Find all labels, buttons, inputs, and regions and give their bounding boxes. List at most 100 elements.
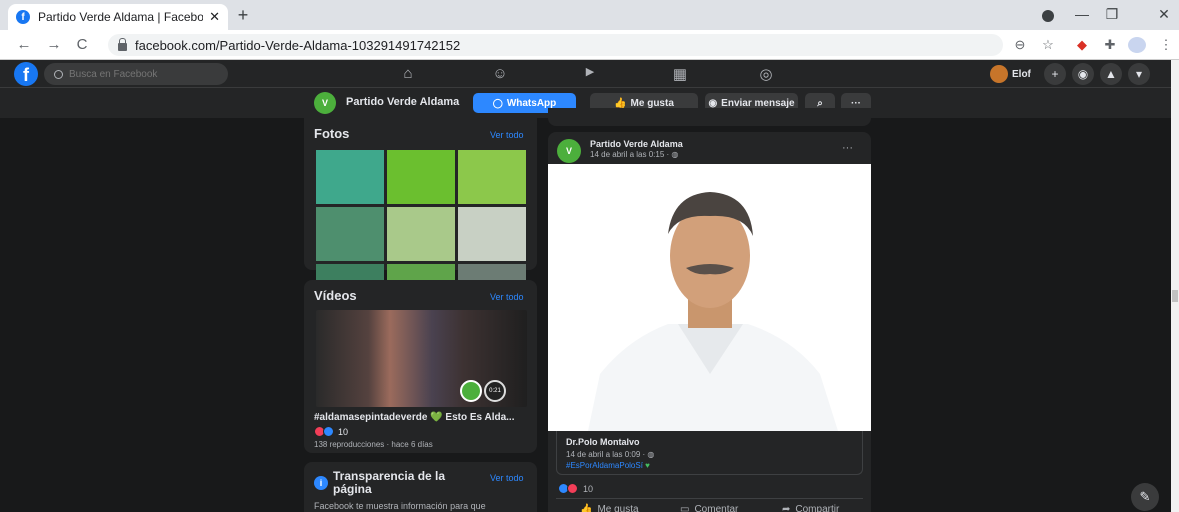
love-reaction-icon [567, 483, 578, 494]
video-duration: 0:21 [489, 388, 501, 394]
shared-date: 14 de abril a las 0:09 · ◍ [566, 450, 654, 459]
videos-see-all-link[interactable]: Ver todo [490, 292, 524, 302]
photo-thumbnail[interactable] [316, 150, 384, 204]
bookmark-star-icon[interactable]: ☆ [1040, 37, 1056, 53]
facebook-search[interactable] [44, 63, 228, 85]
lock-icon [118, 38, 127, 51]
video-reaction-count: 10 [338, 426, 349, 437]
photos-title: Fotos [314, 126, 350, 141]
post-author[interactable]: Partido Verde Aldama [590, 139, 683, 149]
post-image[interactable] [548, 164, 871, 431]
globe-icon: ◍ [647, 450, 655, 459]
user-profile-chip[interactable]: Elof [990, 63, 1031, 85]
post-reaction-count: 10 [583, 483, 594, 494]
browser-tab-bar: f Partido Verde Aldama | Facebook ✕ + — … [0, 0, 1179, 30]
photo-thumbnail[interactable] [387, 150, 455, 204]
notifications-icon[interactable]: ▲ [1100, 63, 1122, 85]
videos-title: Vídeos [314, 288, 357, 303]
post-date: 14 de abril a las 0:15 · ◍ [590, 150, 678, 159]
shared-author[interactable]: Dr.Polo Montalvo [566, 437, 640, 447]
video-title[interactable]: #aldamasepintadeverde 💚 Esto Es Alda... [314, 412, 515, 423]
post-share-button[interactable]: ➦ Compartir [782, 504, 839, 512]
photo-thumbnail[interactable] [316, 207, 384, 261]
photo-thumbnail[interactable] [458, 207, 526, 261]
post-share-label: Compartir [795, 504, 840, 512]
thumbs-up-outline-icon: 👍 [580, 504, 593, 512]
transparency-title: Transparencia de la página [333, 469, 446, 496]
new-message-compose-button[interactable]: ✎ [1131, 483, 1159, 511]
reload-button[interactable]: C [72, 36, 92, 53]
friends-icon[interactable]: ☺ [490, 65, 510, 83]
transparency-see-all-link[interactable]: Ver todo [490, 473, 524, 483]
photo-thumbnail[interactable] [387, 207, 455, 261]
whatsapp-label: WhatsApp [506, 97, 557, 109]
green-heart-icon: ♥ [645, 461, 650, 470]
page-logo-icon[interactable]: V [314, 92, 336, 114]
messenger-icon[interactable]: ◉ [1072, 63, 1094, 85]
post-reactions[interactable]: 10 [558, 483, 593, 494]
create-button[interactable]: + [1044, 63, 1066, 85]
transparency-text: Facebook te muestra información para que [314, 501, 486, 511]
new-tab-button[interactable]: + [232, 5, 254, 26]
facebook-favicon-icon: f [16, 10, 30, 24]
send-message-label: Enviar mensaje [721, 97, 795, 109]
shared-date-text: 14 de abril a las 0:09 · [566, 450, 648, 459]
browser-menu-icon[interactable]: ⋮ [1158, 37, 1174, 53]
tab-title: Partido Verde Aldama | Facebook [38, 10, 204, 24]
marketplace-icon[interactable]: ▦ [670, 65, 690, 83]
minimize-button[interactable]: — [1070, 6, 1094, 22]
window-close-button[interactable]: ✕ [1152, 6, 1176, 23]
video-thumbnail[interactable]: 0:21 [316, 310, 527, 407]
photo-thumbnail[interactable] [458, 150, 526, 204]
profile-indicator-icon[interactable] [1042, 10, 1054, 22]
comment-icon: ▭ [680, 504, 690, 512]
page-name[interactable]: Partido Verde Aldama [346, 96, 459, 108]
like-reaction-icon [323, 426, 334, 437]
post-author-avatar[interactable]: V [557, 139, 581, 163]
like-page-label: Me gusta [630, 97, 674, 109]
video-reactions[interactable]: 10 [314, 426, 348, 437]
scrollbar-thumb[interactable] [1172, 290, 1178, 302]
facebook-logo-icon[interactable]: f [14, 62, 38, 86]
post-date-text: 14 de abril a las 0:15 · [590, 150, 672, 159]
address-bar-row: ← → C facebook.com/Partido-Verde-Aldama-… [0, 30, 1179, 60]
post-comment-button[interactable]: ▭ Comentar [680, 504, 738, 512]
forward-button[interactable]: → [44, 36, 64, 53]
url-field[interactable]: facebook.com/Partido-Verde-Aldama-103291… [108, 34, 1003, 56]
account-menu-icon[interactable]: ▾ [1128, 63, 1150, 85]
hashtag-link[interactable]: #EsPorAldamaPoloSí ♥ [566, 461, 650, 470]
photos-see-all-link[interactable]: Ver todo [490, 130, 524, 140]
restore-button[interactable]: ❐ [1100, 6, 1124, 23]
profile-avatar-icon[interactable] [1128, 37, 1146, 53]
thumbs-up-icon: 👍 [614, 97, 627, 109]
video-meta: 138 reproducciones · hace 6 días [314, 440, 433, 449]
facebook-header: f ⌂ ☺ ▶ ▦ ◎ Elof + ◉ ▲ ▾ [0, 60, 1171, 88]
duration-badge: 0:21 [484, 380, 506, 402]
search-icon [54, 69, 63, 79]
previous-post-stub [548, 108, 871, 126]
url-text: facebook.com/Partido-Verde-Aldama-103291… [135, 37, 461, 53]
post-like-button[interactable]: 👍 Me gusta [580, 504, 639, 512]
tab-close-icon[interactable]: ✕ [209, 9, 220, 25]
home-icon[interactable]: ⌂ [398, 65, 418, 83]
page-badge-icon [460, 380, 482, 402]
page-scrollbar[interactable] [1171, 60, 1179, 512]
user-avatar [990, 65, 1008, 83]
post-comment-label: Comentar [694, 504, 739, 512]
post-divider [556, 498, 863, 499]
messenger-small-icon: ◉ [708, 97, 718, 109]
share-icon: ➦ [782, 504, 791, 512]
watch-icon[interactable]: ▶ [580, 65, 600, 83]
groups-icon[interactable]: ◎ [756, 65, 776, 83]
portrait-photo [588, 192, 838, 431]
post-like-label: Me gusta [597, 504, 639, 512]
post-more-button[interactable]: ··· [842, 142, 853, 154]
globe-icon: ◍ [671, 150, 679, 159]
search-input[interactable] [69, 68, 219, 80]
zoom-icon[interactable]: ⊖ [1012, 37, 1028, 53]
browser-tab[interactable]: f Partido Verde Aldama | Facebook ✕ [8, 4, 228, 30]
extensions-puzzle-icon[interactable]: ✚ [1102, 37, 1118, 53]
hashtag-text: #EsPorAldamaPoloSí [566, 461, 643, 470]
extension-icon[interactable]: ◆ [1074, 37, 1090, 53]
back-button[interactable]: ← [14, 36, 34, 53]
